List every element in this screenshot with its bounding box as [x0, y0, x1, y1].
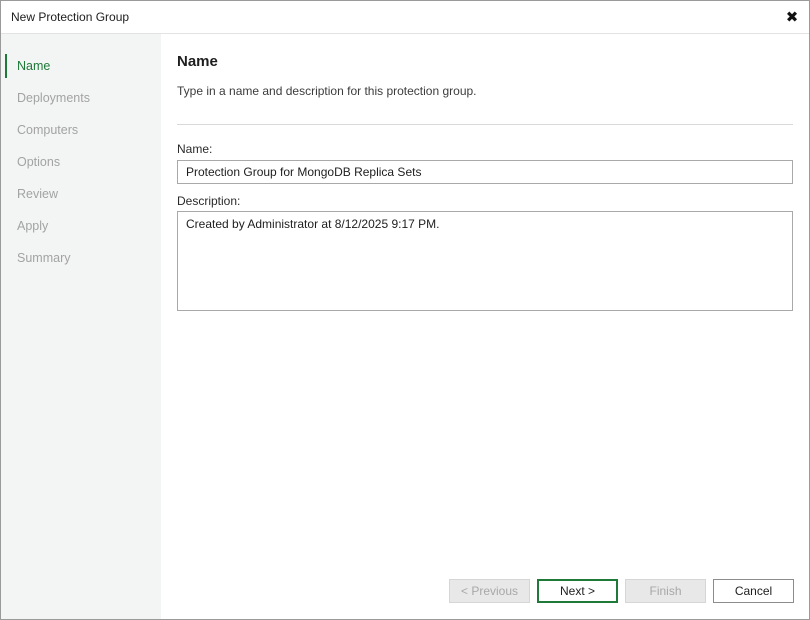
- page-subtitle: Type in a name and description for this …: [177, 84, 477, 98]
- step-deployments: Deployments: [17, 91, 90, 105]
- window-title: New Protection Group: [11, 10, 130, 24]
- next-button[interactable]: Next >: [537, 579, 618, 603]
- cancel-button[interactable]: Cancel: [713, 579, 794, 603]
- new-protection-group-dialog: New Protection Group ✖ Name Deployments …: [0, 0, 810, 620]
- header-divider: [177, 124, 793, 125]
- close-icon[interactable]: ✖: [781, 6, 803, 28]
- previous-button[interactable]: < Previous: [449, 579, 530, 603]
- step-review: Review: [17, 187, 58, 201]
- step-name[interactable]: Name: [5, 54, 155, 78]
- step-options: Options: [17, 155, 61, 169]
- step-summary: Summary: [17, 251, 71, 265]
- step-computers: Computers: [17, 123, 79, 137]
- description-label: Description:: [177, 194, 241, 208]
- title-bar: New Protection Group ✖: [1, 1, 809, 34]
- name-input[interactable]: [177, 160, 793, 184]
- finish-button[interactable]: Finish: [625, 579, 706, 603]
- description-input[interactable]: Created by Administrator at 8/12/2025 9:…: [177, 211, 793, 311]
- step-apply: Apply: [17, 219, 49, 233]
- name-label: Name:: [177, 142, 213, 156]
- page-title: Name: [177, 53, 218, 70]
- wizard-steps-sidebar: Name Deployments Computers Options Revie…: [1, 34, 161, 619]
